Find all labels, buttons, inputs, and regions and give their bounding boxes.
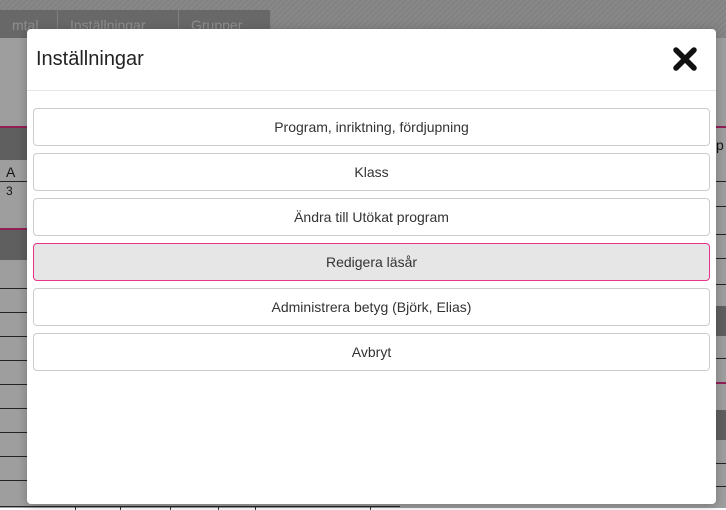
settings-modal: Inställningar Program, inriktning, fördj… <box>27 29 716 504</box>
modal-body: Program, inriktning, fördjupning Klass Ä… <box>33 108 710 378</box>
close-button[interactable] <box>672 46 698 72</box>
extended-program-button[interactable]: Ändra till Utökat program <box>33 198 710 236</box>
cancel-button[interactable]: Avbryt <box>33 333 710 371</box>
program-button[interactable]: Program, inriktning, fördjupning <box>33 108 710 146</box>
close-icon <box>673 47 697 71</box>
modal-header: Inställningar <box>27 29 716 91</box>
edit-school-year-button[interactable]: Redigera läsår <box>33 243 710 281</box>
class-button[interactable]: Klass <box>33 153 710 191</box>
modal-title: Inställningar <box>36 48 144 70</box>
administer-grades-button[interactable]: Administrera betyg (Björk, Elias) <box>33 288 710 326</box>
